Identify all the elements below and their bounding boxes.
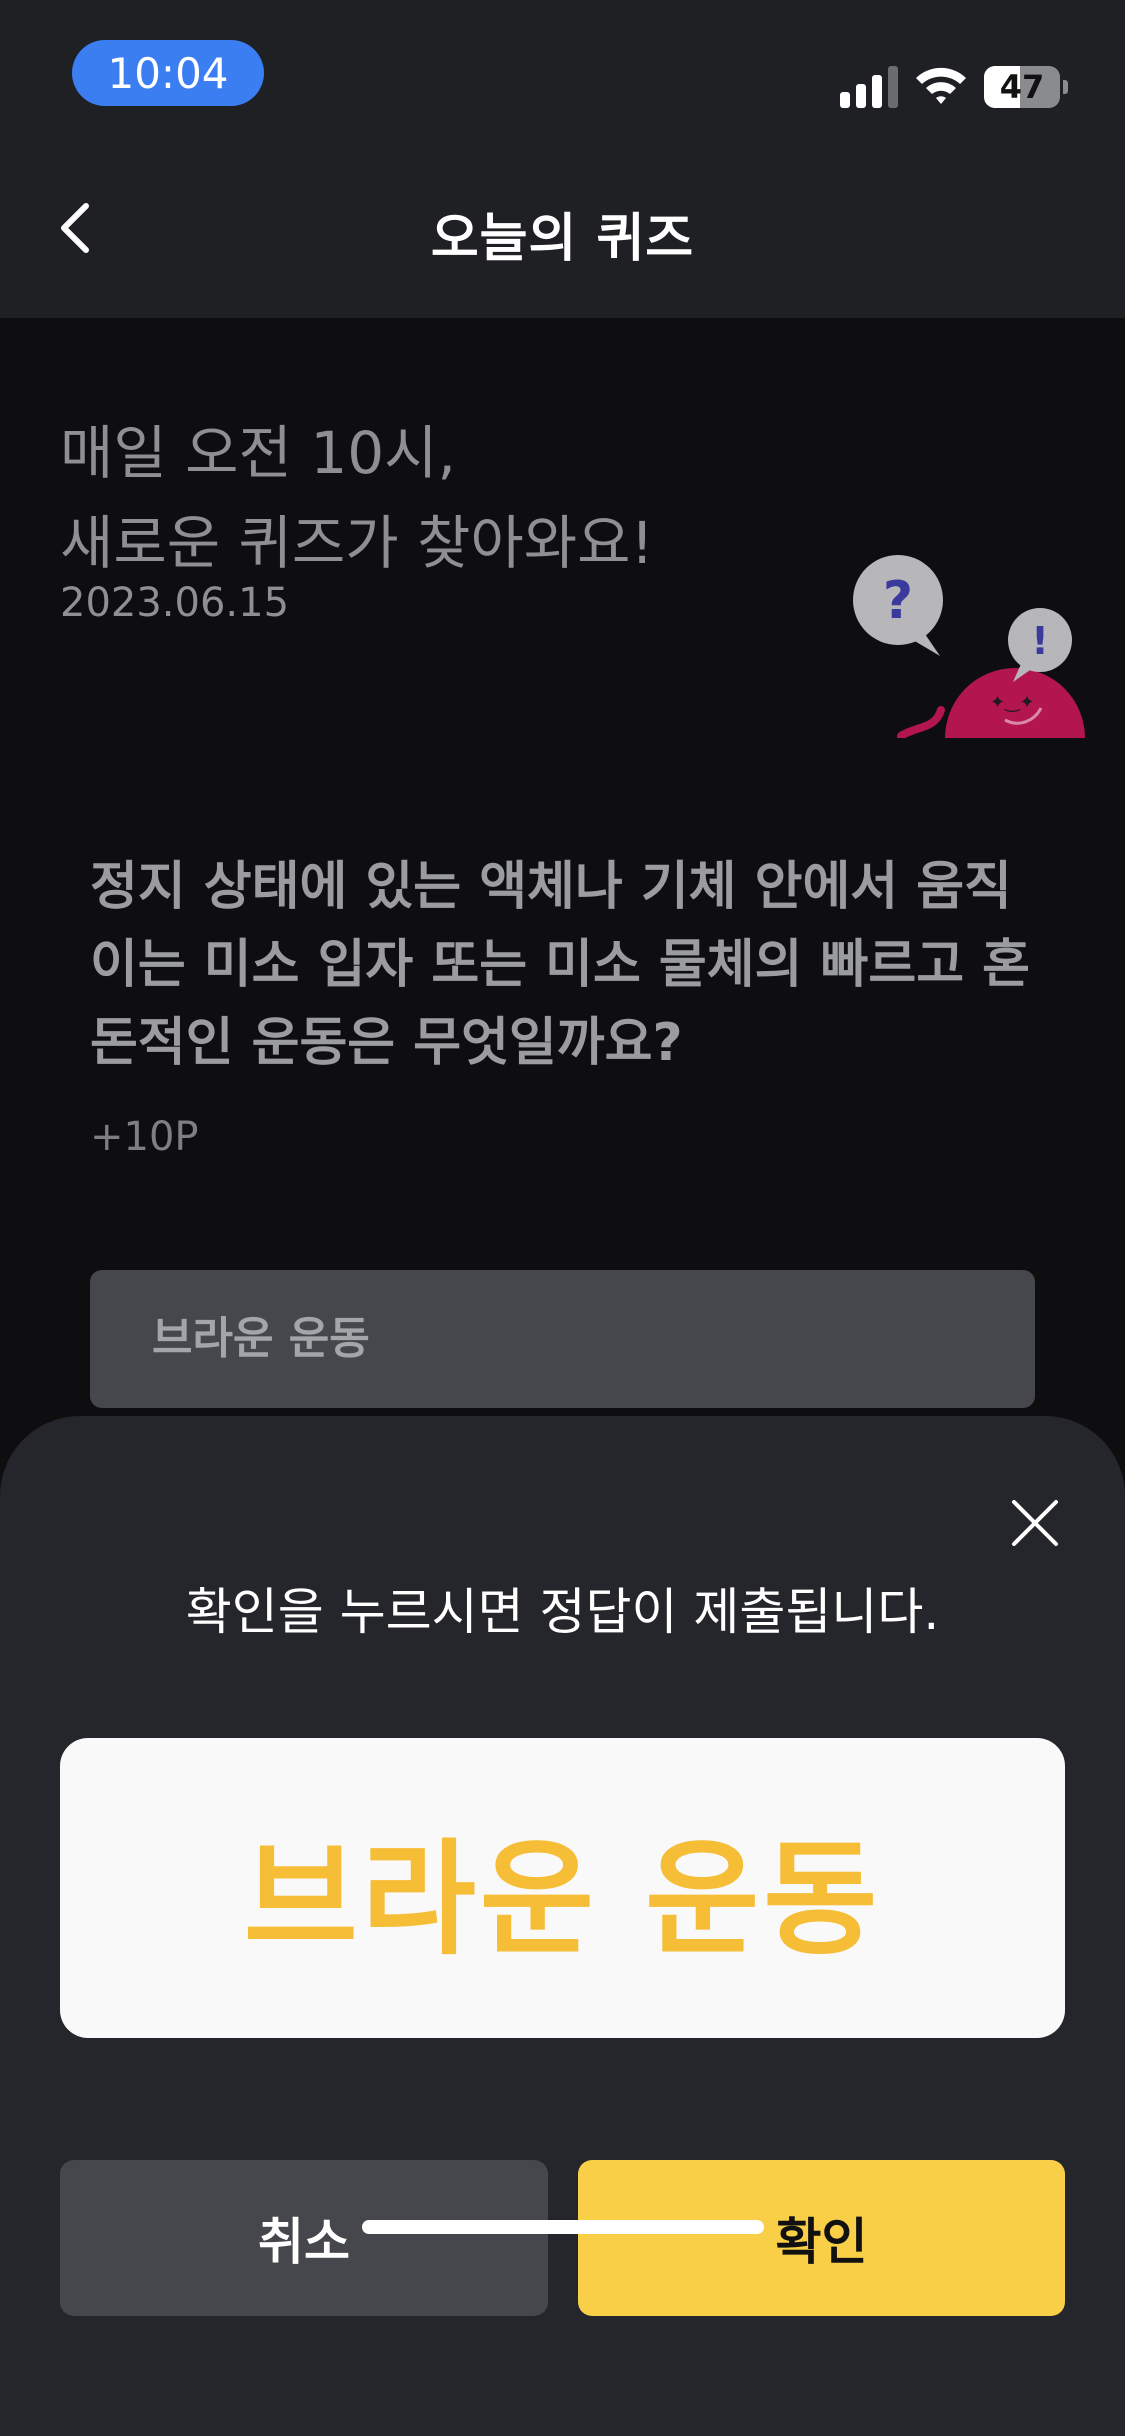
battery-level: 47 (999, 68, 1045, 106)
answer-input[interactable]: 브라운 운동 (90, 1270, 1035, 1408)
status-time: 10:04 (72, 40, 264, 106)
quiz-intro: 매일 오전 10시, 새로운 퀴즈가 찾아와요! (60, 408, 654, 588)
confirm-message: 확인을 누르시면 정답이 제출됩니다. (185, 1583, 940, 1641)
submitted-answer: 브라운 운동 (243, 1828, 882, 1972)
page-title: 오늘의 퀴즈 (430, 209, 695, 269)
submitted-answer-card: 브라운 운동 (60, 1738, 1065, 2038)
confirm-button[interactable]: 확인 (578, 2160, 1065, 2316)
quiz-date: 2023.06.15 (60, 580, 290, 626)
wifi-icon (916, 67, 966, 104)
quiz-question: 정지 상태에 있는 액체나 기체 안에서 움직이는 미소 입자 또는 미소 물체… (90, 857, 1031, 1073)
close-icon[interactable] (1006, 1494, 1064, 1552)
nav-bar: 오늘의 퀴즈 (0, 140, 1125, 318)
confirm-sheet: 확인을 누르시면 정답이 제출됩니다. 브라운 운동 취소 확인 (0, 1416, 1125, 2436)
cancel-button[interactable]: 취소 (60, 2160, 548, 2316)
status-bar: 10:04 47 (0, 0, 1125, 140)
intro-line-1: 매일 오전 10시, (60, 419, 456, 487)
home-indicator (362, 2220, 764, 2234)
svg-text:✦‿✦: ✦‿✦ (990, 692, 1035, 713)
quiz-points: +10P (90, 1114, 199, 1160)
quiz-mascot-icon: ? ! ✦‿✦ (853, 555, 1085, 738)
intro-line-2: 새로운 퀴즈가 찾아와요! (60, 509, 654, 577)
svg-text:?: ? (883, 571, 913, 631)
signal-icon (840, 66, 898, 108)
quiz-content: 매일 오전 10시, 새로운 퀴즈가 찾아와요! 2023.06.15 ? ! … (0, 318, 1125, 1418)
battery-icon: 47 (984, 66, 1068, 108)
svg-text:!: ! (1031, 619, 1048, 663)
